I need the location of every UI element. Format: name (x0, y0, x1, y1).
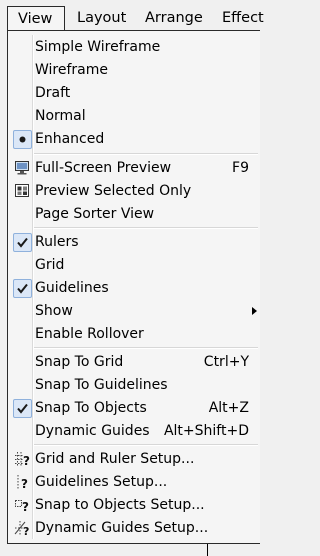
menu-separator (34, 347, 258, 349)
svg-text:?: ? (23, 525, 29, 537)
checkmark-icon (13, 279, 32, 298)
menu-item-label: Preview Selected Only (35, 183, 192, 199)
menu-item-label: Dynamic Guides Setup... (35, 520, 209, 536)
menu-item-snap-to-grid[interactable]: Snap To Grid Ctrl+Y (11, 351, 257, 374)
menu-item-label: Show (35, 303, 73, 319)
guidelines-setup-icon: ? (13, 473, 32, 492)
menu-item-enhanced[interactable]: Enhanced (11, 128, 257, 151)
monitor-icon (13, 159, 32, 178)
menu-item-label: Page Sorter View (35, 206, 155, 222)
menu-item-label: Snap To Grid (35, 354, 124, 370)
svg-text:?: ? (22, 500, 29, 514)
submenu-arrow-icon (252, 307, 257, 315)
menu-layout-label: Layout (77, 10, 127, 26)
menu-item-normal[interactable]: Normal (11, 105, 257, 128)
menu-item-grid-and-ruler-setup[interactable]: ? Grid and Ruler Setup... (11, 448, 257, 471)
menu-item-label: Enhanced (35, 131, 105, 147)
menu-item-shortcut: Ctrl+Y (203, 354, 249, 370)
menu-item-shortcut: F9 (232, 160, 249, 176)
menu-item-simple-wireframe[interactable]: Simple Wireframe (11, 36, 257, 59)
dynamic-guides-setup-icon: ? (13, 519, 32, 538)
menu-item-label: Snap to Objects Setup... (35, 497, 205, 513)
menu-separator (34, 227, 258, 229)
menu-effects[interactable]: Effect (222, 6, 264, 30)
menu-arrange-label: Arrange (145, 10, 203, 26)
menu-item-label: Guidelines (35, 280, 109, 296)
menu-item-rulers[interactable]: Rulers (11, 231, 257, 254)
menu-bar: View Layout Arrange Effect (0, 0, 264, 34)
menu-item-snap-to-guidelines[interactable]: Snap To Guidelines (11, 374, 257, 397)
grid-setup-icon: ? (13, 450, 32, 469)
menu-separator (34, 153, 258, 155)
menu-item-dynamic-guides-setup[interactable]: ? Dynamic Guides Setup... (11, 517, 257, 540)
menu-item-label: Dynamic Guides (35, 423, 150, 439)
menu-separator (34, 444, 258, 446)
menu-view-label: View (18, 11, 53, 27)
menu-item-guidelines[interactable]: Guidelines (11, 277, 257, 300)
menu-item-draft[interactable]: Draft (11, 82, 257, 105)
menu-item-shortcut: Alt+Shift+D (163, 423, 249, 439)
menu-item-shortcut: Alt+Z (208, 400, 249, 416)
radio-selected-icon (13, 130, 32, 149)
svg-text:?: ? (23, 454, 30, 468)
menu-item-label: Grid and Ruler Setup... (35, 451, 195, 467)
menu-item-dynamic-guides[interactable]: Dynamic Guides Alt+Shift+D (11, 420, 257, 443)
preview-selected-icon (13, 182, 32, 201)
menu-item-wireframe[interactable]: Wireframe (11, 59, 257, 82)
menu-item-enable-rollover[interactable]: Enable Rollover (11, 323, 257, 346)
menu-item-grid[interactable]: Grid (11, 254, 257, 277)
menu-item-show[interactable]: Show (11, 300, 257, 323)
background-edge-line (207, 544, 208, 556)
menu-arrange[interactable]: Arrange (145, 6, 203, 30)
menu-item-label: Simple Wireframe (35, 39, 161, 55)
menu-item-label: Snap To Objects (35, 400, 147, 416)
menu-item-preview-selected-only[interactable]: Preview Selected Only (11, 180, 257, 203)
menu-layout[interactable]: Layout (77, 6, 126, 30)
menu-item-label: Enable Rollover (35, 326, 144, 342)
menu-item-page-sorter-view[interactable]: Page Sorter View (11, 203, 257, 226)
menu-item-snap-to-objects-setup[interactable]: ? Snap to Objects Setup... (11, 494, 257, 517)
menu-item-guidelines-setup[interactable]: ? Guidelines Setup... (11, 471, 257, 494)
menu-item-snap-to-objects[interactable]: Snap To Objects Alt+Z (11, 397, 257, 420)
menu-item-label: Normal (35, 108, 86, 124)
checkmark-icon (13, 233, 32, 252)
menu-view[interactable]: View (7, 6, 65, 31)
view-menu-dropdown: Simple Wireframe Wireframe Draft Normal … (7, 30, 260, 544)
menu-item-label: Rulers (35, 234, 79, 250)
snap-setup-icon: ? (13, 496, 32, 515)
menu-item-label: Grid (35, 257, 65, 273)
menu-item-label: Full-Screen Preview (35, 160, 172, 176)
menu-item-label: Wireframe (35, 62, 109, 78)
menu-item-full-screen-preview[interactable]: Full-Screen Preview F9 (11, 157, 257, 180)
menu-item-label: Snap To Guidelines (35, 377, 168, 393)
menu-item-label: Guidelines Setup... (35, 474, 168, 490)
menu-item-label: Draft (35, 85, 71, 101)
menu-effects-label: Effect (222, 10, 264, 26)
svg-text:?: ? (21, 477, 28, 491)
checkmark-icon (13, 399, 32, 418)
